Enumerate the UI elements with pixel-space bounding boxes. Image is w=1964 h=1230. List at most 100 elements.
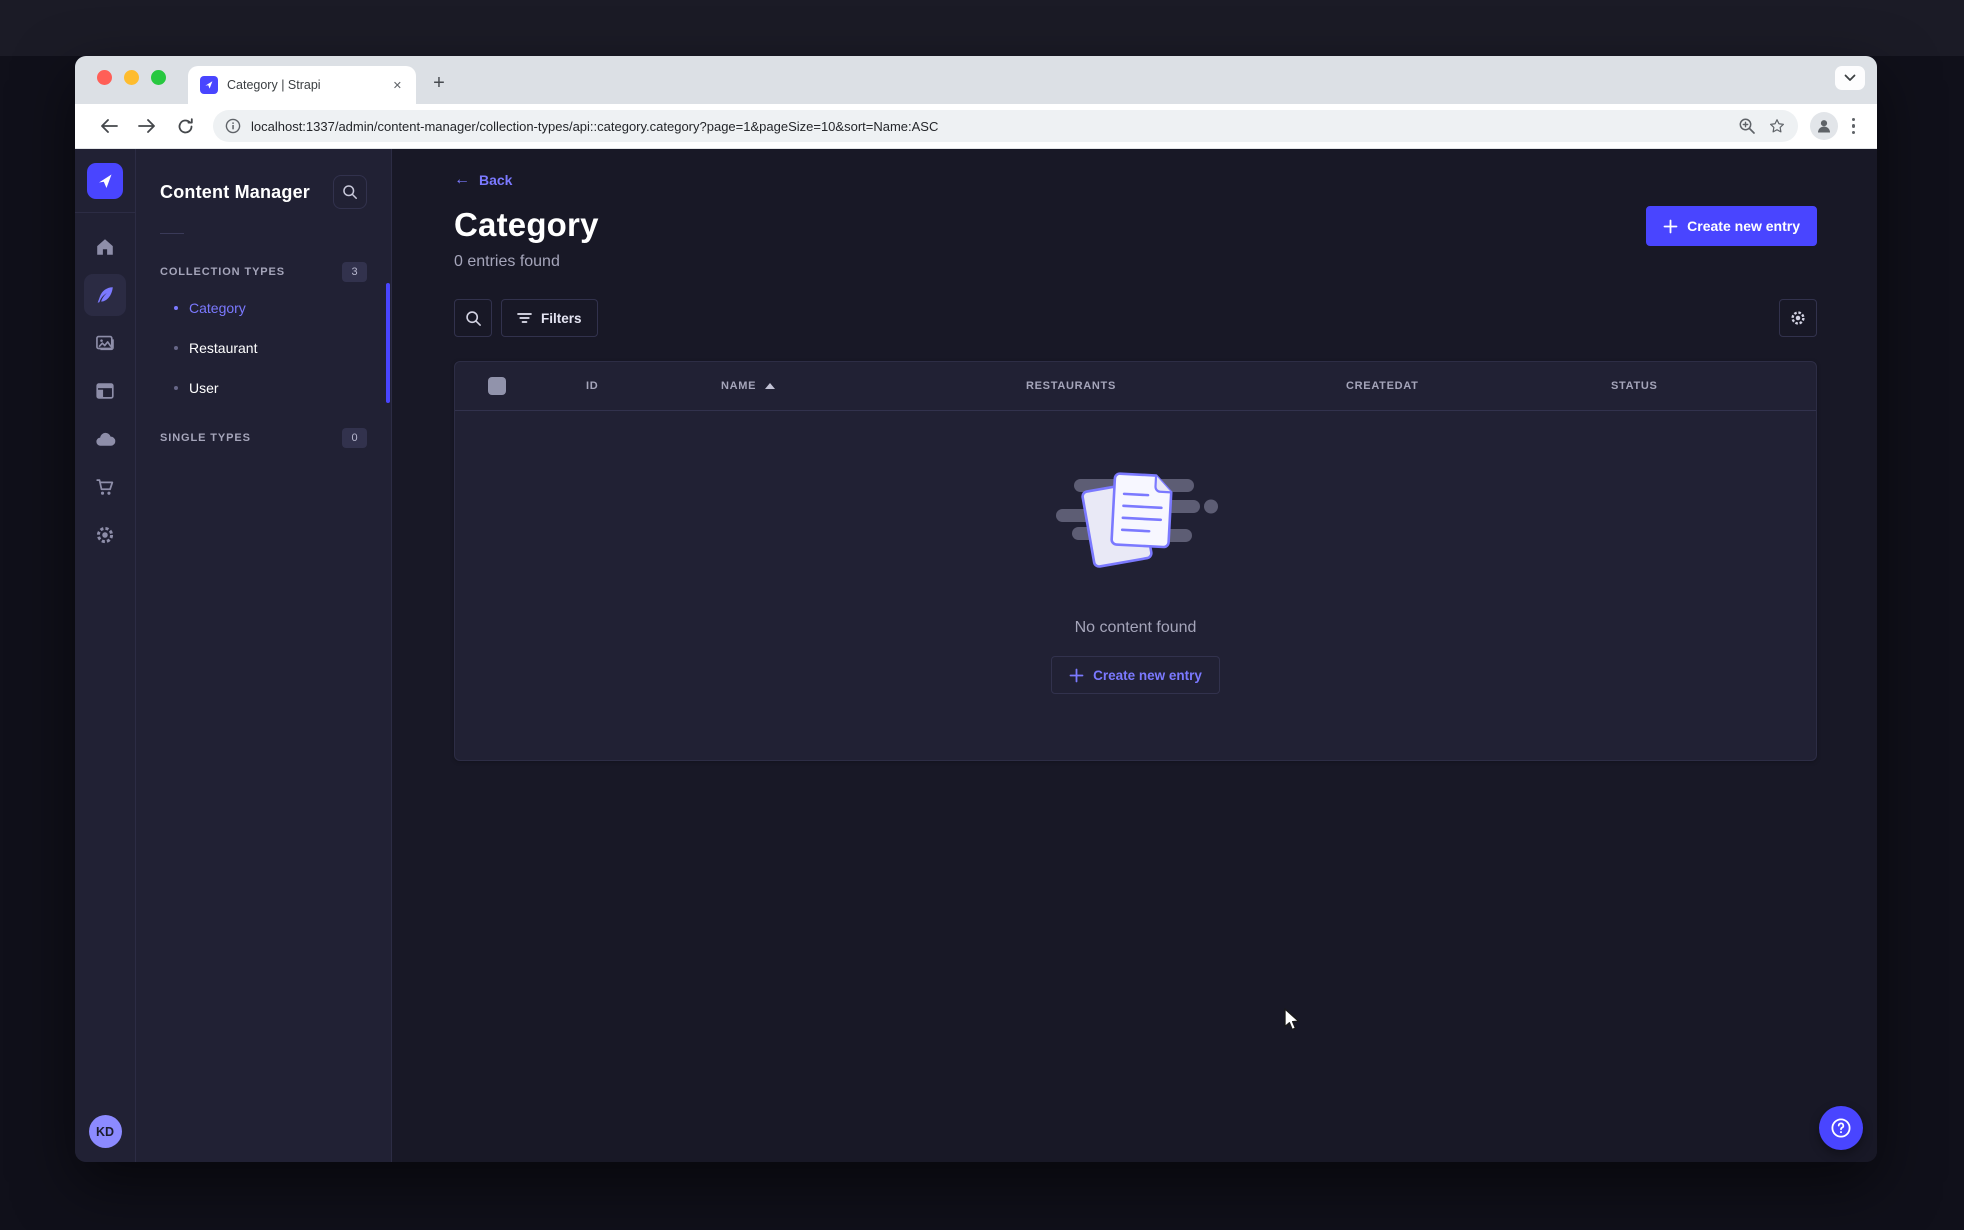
strapi-favicon-icon bbox=[200, 76, 218, 94]
column-header-createdat[interactable]: CREATEDAT bbox=[1346, 380, 1611, 392]
empty-state: No content found Create new entry bbox=[455, 411, 1816, 760]
gear-icon bbox=[96, 526, 114, 544]
browser-profile-avatar[interactable] bbox=[1809, 112, 1838, 140]
column-header-status[interactable]: STATUS bbox=[1611, 380, 1792, 392]
sidebar-item-settings[interactable] bbox=[84, 514, 126, 556]
sidebar-item-deploy-cloud[interactable] bbox=[84, 418, 126, 460]
filters-label: Filters bbox=[541, 310, 582, 326]
media-library-icon bbox=[96, 335, 114, 351]
back-link[interactable]: ← Back bbox=[454, 171, 513, 189]
bullet-icon bbox=[174, 346, 178, 350]
entries-table: ID NAME RESTAURANTS CREATEDAT STATUS No … bbox=[454, 361, 1817, 761]
collection-types-count-badge: 3 bbox=[342, 262, 367, 282]
arrow-right-icon bbox=[138, 119, 155, 133]
minimize-window-button[interactable] bbox=[124, 69, 139, 85]
bullet-icon bbox=[174, 306, 178, 310]
table-header-row: ID NAME RESTAURANTS CREATEDAT STATUS bbox=[455, 362, 1816, 411]
collection-types-label: COLLECTION TYPES bbox=[160, 266, 286, 278]
bookmark-star-icon[interactable] bbox=[1768, 117, 1786, 135]
subnav-divider bbox=[160, 233, 184, 234]
shopping-cart-icon bbox=[96, 479, 114, 495]
browser-menu-button[interactable] bbox=[1844, 117, 1864, 135]
window-controls bbox=[97, 56, 166, 104]
person-icon bbox=[1817, 120, 1830, 133]
sidebar-item-category[interactable]: Category bbox=[160, 288, 367, 328]
subnav-title: Content Manager bbox=[160, 181, 311, 202]
gear-icon bbox=[1791, 311, 1805, 325]
collection-type-label: User bbox=[189, 380, 219, 396]
entries-count: 0 entries found bbox=[454, 253, 560, 270]
table-search-button[interactable] bbox=[454, 299, 492, 337]
tab-close-icon[interactable]: ✕ bbox=[389, 77, 406, 94]
select-all-checkbox[interactable] bbox=[488, 377, 506, 395]
filter-icon bbox=[517, 313, 532, 323]
back-label: Back bbox=[479, 172, 513, 188]
plus-icon bbox=[1663, 219, 1678, 233]
single-types-count-badge: 0 bbox=[342, 428, 367, 448]
browser-tab-strip: Category | Strapi ✕ + bbox=[75, 56, 1877, 104]
sidebar-item-media-library[interactable] bbox=[84, 322, 126, 364]
feather-pen-icon bbox=[97, 287, 113, 303]
empty-documents-illustration bbox=[1055, 472, 1218, 568]
bullet-icon bbox=[174, 386, 178, 390]
browser-window: Category | Strapi ✕ + localhost:1337/adm… bbox=[75, 56, 1877, 1162]
browser-tab[interactable]: Category | Strapi ✕ bbox=[188, 66, 416, 104]
strapi-admin-app: KD Content Manager COLLECTION TYPES 3 Ca… bbox=[75, 149, 1877, 1162]
cloud-icon bbox=[95, 432, 115, 446]
sidebar-item-user[interactable]: User bbox=[160, 368, 367, 408]
create-new-entry-button[interactable]: Create new entry bbox=[1646, 206, 1817, 246]
strapi-logo[interactable] bbox=[87, 163, 123, 199]
layout-icon bbox=[96, 383, 114, 399]
browser-toolbar: localhost:1337/admin/content-manager/col… bbox=[75, 104, 1877, 149]
main-navigation: KD bbox=[75, 149, 136, 1162]
arrow-left-icon bbox=[101, 119, 118, 133]
sidebar-item-content-type-builder[interactable] bbox=[84, 370, 126, 412]
sort-ascending-icon bbox=[765, 383, 776, 389]
help-button[interactable] bbox=[1819, 1106, 1863, 1150]
sidebar-item-restaurant[interactable]: Restaurant bbox=[160, 328, 367, 368]
content-manager-subnav: Content Manager COLLECTION TYPES 3 Categ… bbox=[136, 149, 392, 1162]
empty-state-message: No content found bbox=[1074, 619, 1197, 636]
new-tab-button[interactable]: + bbox=[422, 66, 456, 100]
column-header-name[interactable]: NAME bbox=[721, 380, 1026, 392]
collection-types-section-header: COLLECTION TYPES 3 bbox=[160, 256, 367, 288]
reload-button[interactable] bbox=[169, 110, 201, 142]
forward-button[interactable] bbox=[131, 110, 163, 142]
empty-create-new-entry-button[interactable]: Create new entry bbox=[1051, 656, 1220, 694]
subnav-scrollbar[interactable] bbox=[386, 283, 390, 403]
close-window-button[interactable] bbox=[97, 69, 112, 85]
single-types-label: SINGLE TYPES bbox=[160, 432, 251, 444]
site-info-icon[interactable] bbox=[225, 118, 241, 134]
question-mark-icon bbox=[1831, 1118, 1851, 1138]
single-types-section-header: SINGLE TYPES 0 bbox=[160, 422, 367, 454]
collection-type-label: Restaurant bbox=[189, 340, 258, 356]
sidebar-item-content-manager[interactable] bbox=[84, 274, 126, 316]
column-header-id[interactable]: ID bbox=[586, 380, 721, 392]
zoom-icon[interactable] bbox=[1738, 117, 1756, 135]
sidebar-item-home[interactable] bbox=[84, 226, 126, 268]
collection-type-label: Category bbox=[189, 300, 246, 316]
reload-icon bbox=[178, 117, 193, 133]
desktop-background-band bbox=[0, 0, 1964, 56]
url-text[interactable]: localhost:1337/admin/content-manager/col… bbox=[251, 119, 1728, 134]
column-header-restaurants[interactable]: RESTAURANTS bbox=[1026, 380, 1346, 392]
arrow-left-icon: ← bbox=[454, 171, 470, 188]
maximize-window-button[interactable] bbox=[151, 69, 166, 85]
create-new-entry-label: Create new entry bbox=[1687, 218, 1800, 234]
main-content: ← Back Category 0 entries found Create n… bbox=[392, 149, 1877, 1162]
sidebar-item-marketplace[interactable] bbox=[84, 466, 126, 508]
url-address-bar[interactable]: localhost:1337/admin/content-manager/col… bbox=[213, 110, 1798, 142]
page-title: Category bbox=[454, 206, 599, 243]
user-avatar[interactable]: KD bbox=[88, 1115, 122, 1148]
view-settings-button[interactable] bbox=[1779, 299, 1817, 337]
plus-icon bbox=[1069, 668, 1084, 682]
back-button[interactable] bbox=[93, 110, 125, 142]
search-icon bbox=[465, 310, 481, 326]
filters-button[interactable]: Filters bbox=[501, 299, 598, 337]
subnav-search-button[interactable] bbox=[333, 175, 367, 209]
nav-divider bbox=[75, 212, 136, 213]
tab-search-chevron-button[interactable] bbox=[1835, 66, 1865, 90]
chevron-down-icon bbox=[1844, 74, 1856, 81]
search-icon bbox=[343, 185, 357, 199]
home-icon bbox=[97, 239, 113, 255]
